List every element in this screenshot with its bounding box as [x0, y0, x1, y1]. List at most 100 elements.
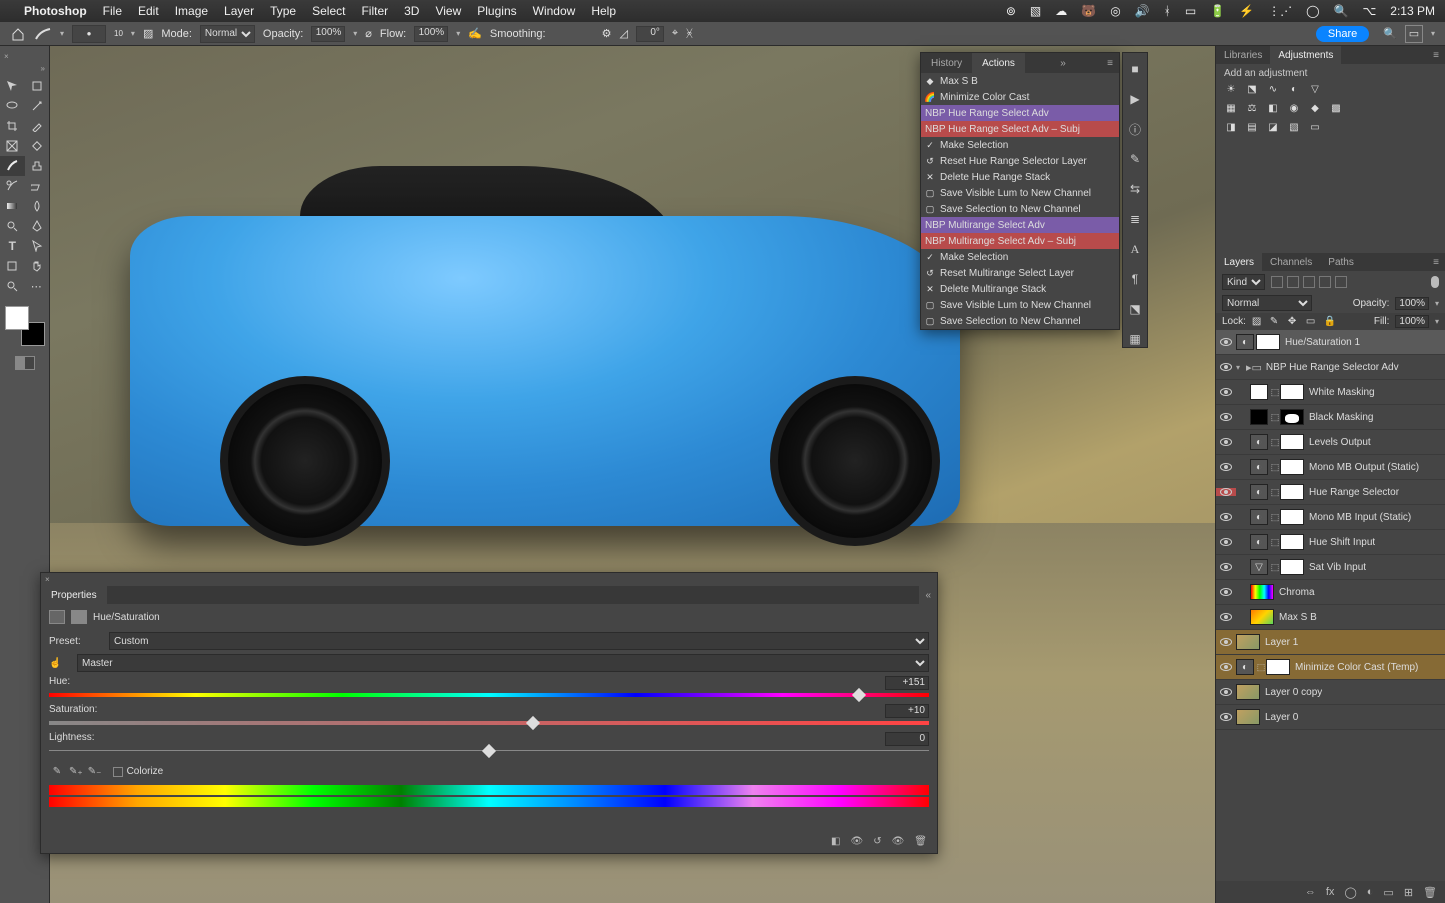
spotlight-icon[interactable]: 🔍: [1334, 4, 1349, 18]
visibility-toggle[interactable]: [1216, 663, 1236, 671]
visibility-toggle[interactable]: [1216, 513, 1236, 521]
link-layers-icon[interactable]: ⇔: [1305, 886, 1316, 898]
menu-image[interactable]: Image: [175, 4, 208, 18]
layer-row[interactable]: ◐Hue/Saturation 1: [1216, 330, 1445, 355]
user-icon[interactable]: ◯: [1306, 4, 1319, 18]
action-item[interactable]: ✕Delete Multirange Stack: [921, 281, 1119, 297]
layer-mask-thumb[interactable]: [1280, 534, 1304, 550]
healing-tool[interactable]: [25, 136, 50, 156]
path-select-tool[interactable]: [25, 236, 50, 256]
app-name[interactable]: Photoshop: [24, 4, 87, 18]
action-item[interactable]: NBP Hue Range Select Adv – Subj: [921, 121, 1119, 137]
layer-name[interactable]: White Masking: [1309, 387, 1375, 398]
layer-row[interactable]: Chroma: [1216, 580, 1445, 605]
workspace-icon[interactable]: ▭: [1405, 25, 1423, 43]
layer-row[interactable]: ▾▸▭NBP Hue Range Selector Adv: [1216, 355, 1445, 380]
menu-plugins[interactable]: Plugins: [477, 4, 516, 18]
eyedropper-minus-icon[interactable]: ✎₋: [87, 766, 103, 777]
eyedropper-tool[interactable]: [25, 116, 50, 136]
lightness-value[interactable]: 0: [885, 732, 929, 746]
layer-name[interactable]: Max S B: [1279, 612, 1317, 623]
actions-info-icon[interactable]: ⓘ: [1127, 121, 1143, 137]
channel-select[interactable]: Master: [77, 654, 929, 672]
layer-mask-thumb[interactable]: [1280, 509, 1304, 525]
filter-toggle[interactable]: [1431, 276, 1439, 288]
menu-edit[interactable]: Edit: [138, 4, 159, 18]
properties-collapse-icon[interactable]: «: [919, 586, 937, 604]
artboard-tool[interactable]: [25, 76, 50, 96]
opacity-value[interactable]: 100%: [311, 26, 345, 42]
menu-select[interactable]: Select: [312, 4, 345, 18]
layer-mask-thumb[interactable]: [1280, 559, 1304, 575]
actions-collapse-icon[interactable]: »: [1054, 58, 1072, 69]
control-center-icon[interactable]: ⌥: [1362, 4, 1376, 18]
layer-row[interactable]: ◐⬚Hue Range Selector: [1216, 480, 1445, 505]
lasso-tool[interactable]: [0, 96, 25, 116]
action-item[interactable]: NBP Multirange Select Adv: [921, 217, 1119, 233]
visibility-toggle[interactable]: [1216, 388, 1236, 396]
visibility-toggle[interactable]: [1216, 338, 1236, 346]
group-icon[interactable]: ▭: [1383, 886, 1393, 899]
share-button[interactable]: Share: [1316, 26, 1369, 42]
wifi-icon[interactable]: ⋮⋰: [1268, 4, 1292, 18]
frame-tool[interactable]: [0, 136, 25, 156]
visibility-toggle[interactable]: [1216, 713, 1236, 721]
visibility-toggle[interactable]: [1216, 638, 1236, 646]
history-brush-tool[interactable]: [0, 176, 25, 196]
layer-adjustment-thumb[interactable]: ◐: [1250, 509, 1268, 525]
gradient-tool[interactable]: [0, 196, 25, 216]
filter-pixel-icon[interactable]: [1271, 276, 1283, 288]
edit-toolbar[interactable]: ⋯: [25, 276, 50, 296]
action-item[interactable]: ◆Max S B: [921, 73, 1119, 89]
tab-paths[interactable]: Paths: [1320, 253, 1362, 271]
gradmap-adjust-icon[interactable]: ▭: [1308, 120, 1322, 134]
brightness-adjust-icon[interactable]: ☀: [1224, 82, 1238, 96]
visibility-toggle[interactable]: [1216, 413, 1236, 421]
layer-filter-kind[interactable]: Kind: [1222, 274, 1265, 290]
dodge-tool[interactable]: [0, 216, 25, 236]
blend-mode-select[interactable]: Normal: [200, 25, 255, 43]
menu-layer[interactable]: Layer: [224, 4, 254, 18]
layer-adjustment-thumb[interactable]: ◐: [1250, 459, 1268, 475]
filter-adj-icon[interactable]: [1287, 276, 1299, 288]
actions-brush-icon[interactable]: ✎: [1127, 151, 1143, 167]
toggle-visibility-icon[interactable]: 👁: [892, 836, 905, 847]
layer-row[interactable]: ◐⬚Minimize Color Cast (Temp): [1216, 655, 1445, 680]
layer-mask-thumb[interactable]: [1256, 334, 1280, 350]
menu-type[interactable]: Type: [270, 4, 296, 18]
actions-hist-icon[interactable]: ⬔: [1127, 301, 1143, 317]
layer-mask-thumb[interactable]: [1236, 709, 1260, 725]
new-layer-icon[interactable]: ⊞: [1404, 886, 1413, 899]
lock-transparency-icon[interactable]: ▨: [1252, 316, 1264, 328]
chanmix-adjust-icon[interactable]: ◆: [1308, 101, 1322, 115]
invert-adjust-icon[interactable]: ◨: [1224, 120, 1238, 134]
hue-slider[interactable]: [49, 690, 929, 702]
saturation-slider[interactable]: [49, 718, 929, 730]
layer-mask-thumb[interactable]: [1250, 584, 1274, 600]
search-icon[interactable]: 🔍: [1383, 27, 1397, 40]
properties-close-icon[interactable]: ×: [41, 573, 937, 586]
selcolor-adjust-icon[interactable]: ▧: [1287, 120, 1301, 134]
bear-icon[interactable]: 🐻: [1081, 4, 1096, 18]
threshold-adjust-icon[interactable]: ◪: [1266, 120, 1280, 134]
toolbar-collapse-icon[interactable]: »: [0, 64, 49, 73]
menu-window[interactable]: Window: [533, 4, 576, 18]
layer-adjustment-thumb[interactable]: ◐: [1250, 434, 1268, 450]
layer-name[interactable]: NBP Hue Range Selector Adv: [1266, 362, 1399, 373]
menubar-clock[interactable]: 2:13 PM: [1390, 4, 1435, 18]
filter-smart-icon[interactable]: [1335, 276, 1347, 288]
action-item[interactable]: 🌈Minimize Color Cast: [921, 89, 1119, 105]
actions-para-icon[interactable]: ≣: [1127, 211, 1143, 227]
actions-glyph-icon[interactable]: ¶: [1127, 271, 1143, 287]
action-item[interactable]: ✕Delete Hue Range Stack: [921, 169, 1119, 185]
layers-list[interactable]: ◐Hue/Saturation 1▾▸▭NBP Hue Range Select…: [1216, 330, 1445, 881]
tab-properties[interactable]: Properties: [41, 586, 107, 604]
lock-position-icon[interactable]: ✥: [1288, 316, 1300, 328]
tab-channels[interactable]: Channels: [1262, 253, 1320, 271]
vibrance-adjust-icon[interactable]: ▽: [1308, 82, 1322, 96]
visibility-toggle[interactable]: [1216, 363, 1236, 371]
menu-view[interactable]: View: [435, 4, 461, 18]
layer-mask-thumb[interactable]: [1250, 609, 1274, 625]
brush-tool[interactable]: [0, 156, 25, 176]
actions-list[interactable]: ◆Max S B🌈Minimize Color Cast NBP Hue Rang…: [921, 73, 1119, 329]
